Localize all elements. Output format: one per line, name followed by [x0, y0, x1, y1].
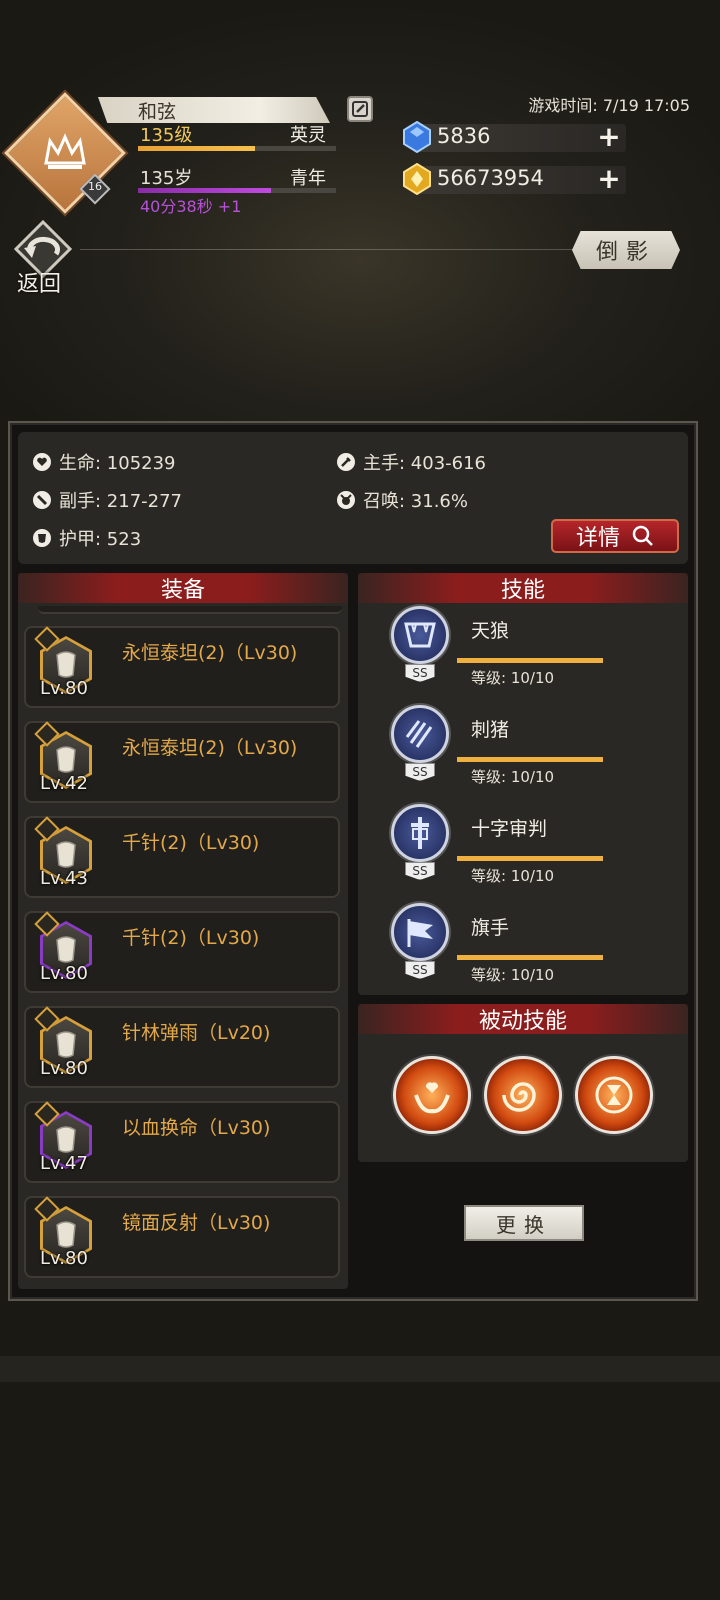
stat-off-hand: 副手: 217-277: [33, 487, 182, 513]
skill-name: 天狼: [471, 620, 510, 642]
skill-level-bar: [457, 856, 603, 861]
skill-level: 等级: 10/10: [471, 669, 555, 687]
fang-skill-icon[interactable]: [391, 606, 449, 664]
stat-hp-text: 生命: 105239: [59, 453, 176, 474]
game-time: 游戏时间: 7/19 17:05: [528, 96, 690, 115]
details-label: 详情: [575, 526, 620, 551]
equipment-level: Lv.43: [40, 868, 88, 889]
gem-icon: [402, 120, 432, 157]
skill-level: 等级: 10/10: [471, 768, 555, 786]
stat-hp: 生命: 105239: [33, 449, 176, 475]
heart-icon: [33, 453, 51, 471]
stat-armor-text: 护甲: 523: [59, 529, 142, 550]
equipment-level: Lv.80: [40, 963, 88, 984]
cross-skill-icon[interactable]: [391, 804, 449, 862]
equipment-item[interactable]: Lv.80 镜面反射（Lv30): [24, 1196, 340, 1278]
passive-skills-header: 被动技能: [358, 1004, 688, 1034]
search-icon: [632, 525, 653, 546]
hourglass-icon[interactable]: [575, 1056, 653, 1134]
skill-name: 刺猪: [471, 719, 510, 741]
equipment-name: 千针(2)（Lv30): [122, 832, 260, 854]
stat-summon-text: 召唤: 31.6%: [363, 491, 468, 512]
gold-icon: [402, 162, 432, 199]
back-label: 返回: [17, 272, 62, 297]
add-gold-button[interactable]: +: [597, 165, 621, 193]
skill-name: 旗手: [471, 917, 510, 939]
stat-summon: 召唤: 31.6%: [337, 487, 468, 513]
summon-beast-icon: [337, 491, 355, 509]
equipment-level: Lv.80: [40, 1058, 88, 1079]
player-name: 和弦: [138, 101, 177, 123]
equipment-list-edge: [38, 606, 342, 614]
skill-level-bar: [457, 955, 603, 960]
equipment-level: Lv.80: [40, 678, 88, 699]
rank-badge-number: 16: [88, 180, 102, 193]
equipment-name: 千针(2)（Lv30): [122, 927, 260, 949]
skill-level: 等级: 10/10: [471, 966, 555, 984]
header-divider: [80, 249, 580, 250]
equipment-item[interactable]: Lv.43 千针(2)（Lv30): [24, 816, 340, 898]
equipment-name: 针林弹雨（Lv20): [122, 1022, 271, 1044]
stat-off-hand-text: 副手: 217-277: [59, 491, 182, 512]
age-stage: 青年: [290, 168, 326, 189]
skill-level-bar: [457, 757, 603, 762]
name-plate: [98, 97, 330, 123]
claw-skill-icon[interactable]: [391, 705, 449, 763]
level-progress-bar: [138, 146, 336, 151]
skill-name: 十字审判: [471, 818, 548, 840]
equipment-level: Lv.42: [40, 773, 88, 794]
equipment-item[interactable]: Lv.47 以血换命（Lv30): [24, 1101, 340, 1183]
stat-main-hand: 主手: 403-616: [337, 449, 486, 475]
player-title: 英灵: [290, 125, 326, 146]
heart-hands-icon[interactable]: [393, 1056, 471, 1134]
equipment-name: 镜面反射（Lv30): [122, 1212, 271, 1234]
age-timer: 40分38秒 +1: [140, 197, 242, 216]
skill-level-bar: [457, 658, 603, 663]
sword-icon: [337, 453, 355, 471]
skill-level: 等级: 10/10: [471, 867, 555, 885]
player-level: 135级: [140, 125, 193, 146]
swap-button[interactable]: 更换: [464, 1205, 584, 1241]
edit-name-button[interactable]: [347, 96, 373, 122]
gold-count: 56673954: [437, 166, 544, 190]
equipment-header: 装备: [18, 573, 348, 603]
bottom-band: [0, 1356, 720, 1382]
equipment-item[interactable]: Lv.80 永恒泰坦(2)（Lv30): [24, 626, 340, 708]
equipment-name: 以血换命（Lv30): [122, 1117, 271, 1139]
equipment-item[interactable]: Lv.80 针林弹雨（Lv20): [24, 1006, 340, 1088]
details-button[interactable]: 详情: [551, 519, 679, 553]
equipment-level: Lv.47: [40, 1153, 88, 1174]
armor-icon: [33, 529, 51, 547]
equipment-item[interactable]: Lv.80 千针(2)（Lv30): [24, 911, 340, 993]
equipment-level: Lv.80: [40, 1248, 88, 1269]
stat-main-hand-text: 主手: 403-616: [363, 453, 486, 474]
flag-skill-icon[interactable]: [391, 903, 449, 961]
player-age: 135岁: [140, 168, 193, 189]
pencil-icon: [352, 101, 368, 117]
dagger-icon: [33, 491, 51, 509]
equipment-item[interactable]: Lv.42 永恒泰坦(2)（Lv30): [24, 721, 340, 803]
reflection-button[interactable]: 倒影: [572, 231, 680, 269]
gem-count: 5836: [437, 124, 491, 148]
equipment-name: 永恒泰坦(2)（Lv30): [122, 737, 298, 759]
spiral-icon[interactable]: [484, 1056, 562, 1134]
stat-armor: 护甲: 523: [33, 525, 141, 551]
level-progress-fill: [138, 146, 255, 151]
add-gems-button[interactable]: +: [597, 123, 621, 151]
skills-header: 技能: [358, 573, 688, 603]
equipment-name: 永恒泰坦(2)（Lv30): [122, 642, 298, 664]
